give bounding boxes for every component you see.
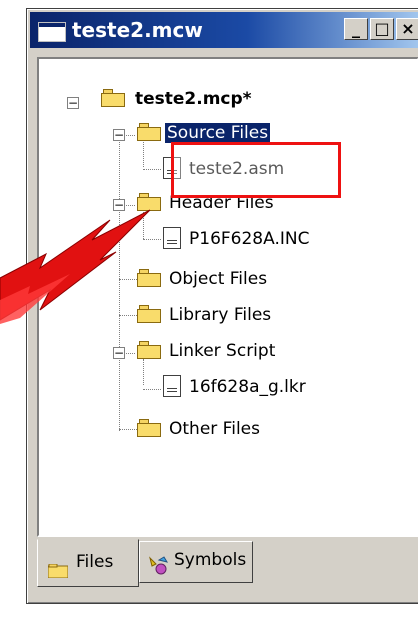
tree-item-project[interactable]: teste2.mcp* xyxy=(135,89,252,109)
tree-item-16f628a-lkr[interactable]: 16f628a_g.lkr xyxy=(189,377,306,397)
maximize-button[interactable]: □ xyxy=(370,18,394,40)
tab-files[interactable]: Files xyxy=(37,539,139,587)
window-title: teste2.mcw xyxy=(72,18,203,42)
folder-icon xyxy=(137,419,161,437)
red-arrow-annotation xyxy=(0,209,151,324)
tree-item-p16f628a-inc[interactable]: P16F628A.INC xyxy=(189,229,309,249)
file-icon xyxy=(163,375,181,397)
project-collapse-toggle[interactable]: − xyxy=(67,97,79,109)
source-files-collapse-toggle[interactable]: − xyxy=(113,129,125,141)
tab-symbols-label: Symbols xyxy=(174,550,247,570)
window-icon xyxy=(38,22,66,42)
close-button[interactable]: × xyxy=(396,18,418,40)
folder-icon xyxy=(47,553,69,579)
project-folder-icon xyxy=(101,89,125,107)
folder-icon xyxy=(137,123,161,141)
tab-files-label: Files xyxy=(76,552,114,572)
symbols-icon xyxy=(148,551,169,575)
title-bar[interactable]: teste2.mcw _ □ × xyxy=(30,12,418,48)
minimize-button[interactable]: _ xyxy=(344,18,368,40)
tab-symbols[interactable]: Symbols xyxy=(139,541,253,583)
panel-tabs: Files Symbols xyxy=(37,539,418,591)
tree-item-source-files[interactable]: Source Files xyxy=(165,123,271,143)
tree-item-other-files[interactable]: Other Files xyxy=(169,419,260,439)
